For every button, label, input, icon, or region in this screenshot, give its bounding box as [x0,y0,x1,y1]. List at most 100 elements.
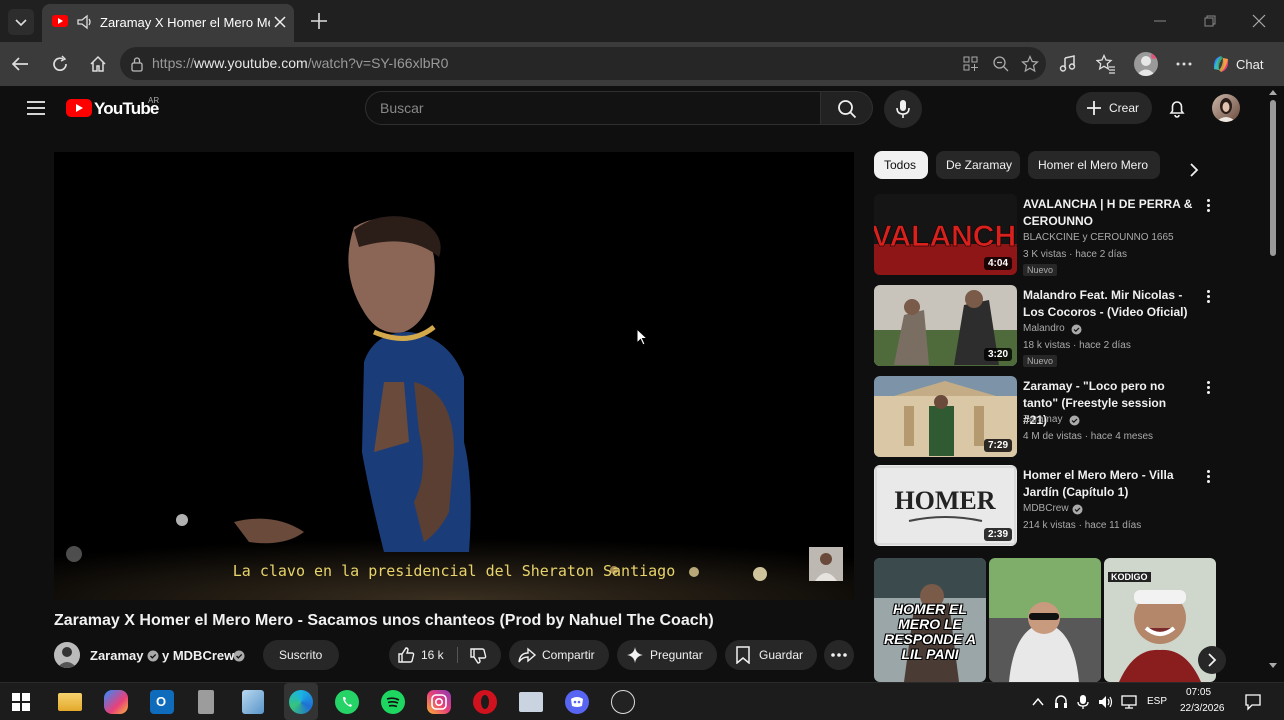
microphone-icon [896,100,910,118]
browser-tab-bar: Zaramay X Homer el Mero Mero - Sacamos u… [0,0,1284,42]
zoom-icon[interactable] [992,55,1010,73]
recommendation-item[interactable]: HOMER 2:39 Homer el Mero Mero - Villa Ja… [874,465,1270,549]
clock-time[interactable]: 07:05 [1186,687,1211,698]
rec-channel: Zaramay [1023,414,1063,425]
verified-badge-icon [147,650,159,662]
windows-start-icon[interactable] [12,693,30,711]
home-icon[interactable] [88,54,108,74]
profile-avatar[interactable] [1134,52,1158,76]
bookmark-icon [736,646,750,664]
short-caption: HOMER EL MERO LE RESPONDE A LIL PANI [883,601,977,662]
chatgpt-icon[interactable] [611,690,635,714]
chip-label: Todos [884,158,917,172]
voice-search-button[interactable] [884,90,922,128]
more-vertical-icon[interactable] [1200,378,1216,398]
search-button[interactable] [821,91,873,125]
share-label: Compartir [542,648,595,662]
discord-icon[interactable] [565,690,589,714]
copilot-chat-button[interactable]: Chat [1206,49,1276,79]
favorites-icon[interactable] [1096,54,1116,74]
country-code: AR [148,96,160,105]
microphone-tray-icon[interactable] [1077,694,1089,710]
more-vertical-icon[interactable] [1200,467,1216,487]
favorite-star-icon[interactable] [1021,55,1039,73]
hamburger-menu-icon[interactable] [26,99,46,117]
thumb-text: AVALANCHA [874,220,1017,253]
short-item[interactable] [989,558,1101,682]
remote-desktop-icon[interactable] [519,692,543,712]
like-button[interactable]: 16 k [389,640,457,670]
create-button[interactable]: Crear [1076,92,1152,124]
recommendation-item[interactable]: 3:20 Malandro Feat. Mir Nicolas - Los Co… [874,285,1270,369]
subscribed-button[interactable]: Suscrito [263,640,339,670]
network-icon[interactable] [1120,694,1138,710]
spotify-icon[interactable] [381,690,405,714]
copilot-app-icon[interactable] [104,690,128,714]
restore-icon[interactable] [1202,13,1218,29]
youtube-logo[interactable]: YouTube AR [66,96,166,122]
whatsapp-icon[interactable] [335,690,359,714]
like-dislike-group: 16 k [389,640,501,670]
thumbs-up-icon [398,647,415,663]
notes-app-icon[interactable] [242,690,264,714]
new-tab-icon[interactable] [309,11,329,31]
clock-date[interactable]: 22/3/2026 [1180,703,1225,714]
more-actions-button[interactable] [824,640,854,670]
chip-related[interactable]: Homer el Mero Mero [1028,151,1160,179]
short-item[interactable]: HOMER EL MERO LE RESPONDE A LIL PANI [874,558,986,682]
recommendation-item[interactable]: 7:29 Zaramay - "Loco pero no tanto" (Fre… [874,376,1270,460]
rec-meta: 214 k vistas · hace 11 días [1023,520,1142,531]
chevron-right-icon [1208,653,1217,667]
channel-name[interactable]: Zaramay [90,648,143,663]
thumbs-down-icon[interactable] [469,647,487,665]
back-icon[interactable] [10,54,30,74]
chip-all[interactable]: Todos [874,151,928,179]
volume-icon[interactable] [1098,694,1114,710]
notepad-app-icon[interactable] [198,690,214,714]
notifications-bell-icon[interactable] [1167,98,1187,118]
collab-channel-name[interactable]: y MDBCrew [162,648,234,663]
notification-center-icon[interactable] [1244,693,1262,711]
more-vertical-icon[interactable] [1200,287,1216,307]
channel-avatar[interactable] [54,642,80,668]
ask-button[interactable]: Preguntar [617,640,717,670]
shorts-next-button[interactable] [1198,646,1226,674]
chevron-right-icon[interactable] [1186,162,1202,178]
video-frame [54,152,854,600]
search-input[interactable] [366,92,820,124]
opera-icon[interactable] [473,690,497,714]
media-control-icon[interactable] [1058,54,1078,74]
file-explorer-icon[interactable] [58,693,82,711]
video-thumbnail: HOMER 2:39 [874,465,1017,546]
headset-icon[interactable] [1054,694,1068,710]
chevron-down-icon [15,19,27,27]
browser-tab[interactable]: Zaramay X Homer el Mero Mero - Sacamos u… [42,4,294,42]
speaker-icon[interactable] [76,13,94,31]
outlook-icon[interactable]: O [150,690,174,714]
video-player[interactable]: La clavo en la presidencial del Sheraton… [54,152,854,600]
search-box [365,91,821,125]
reload-icon[interactable] [50,54,70,74]
chip-from-channel[interactable]: De Zaramay [936,151,1020,179]
ask-label: Preguntar [650,648,703,662]
instagram-icon[interactable] [427,690,451,714]
app-available-icon[interactable] [962,55,980,73]
recommendation-item[interactable]: AVALANCHA 4:04 AVALANCHA | H DE PERRA & … [874,194,1270,278]
close-window-icon[interactable] [1251,13,1267,29]
tab-list-button[interactable] [8,9,34,35]
language-indicator[interactable]: ESP [1147,696,1167,707]
edge-icon[interactable] [289,690,313,714]
address-bar[interactable]: https://www.youtube.com/watch?v=SY-I66xl… [120,47,1046,80]
more-options-icon[interactable] [1174,54,1194,74]
chevron-up-icon[interactable] [1031,695,1045,709]
video-thumbnail: 7:29 [874,376,1017,457]
save-button[interactable]: Guardar [725,640,817,670]
minimize-icon[interactable] [1152,13,1168,29]
account-avatar[interactable] [1212,94,1240,122]
search-icon [838,100,857,119]
page-scrollbar[interactable] [1268,88,1278,680]
share-button[interactable]: Compartir [509,640,609,670]
more-vertical-icon[interactable] [1200,196,1216,216]
scrollbar-thumb[interactable] [1270,100,1276,256]
close-tab-icon[interactable] [272,14,288,30]
